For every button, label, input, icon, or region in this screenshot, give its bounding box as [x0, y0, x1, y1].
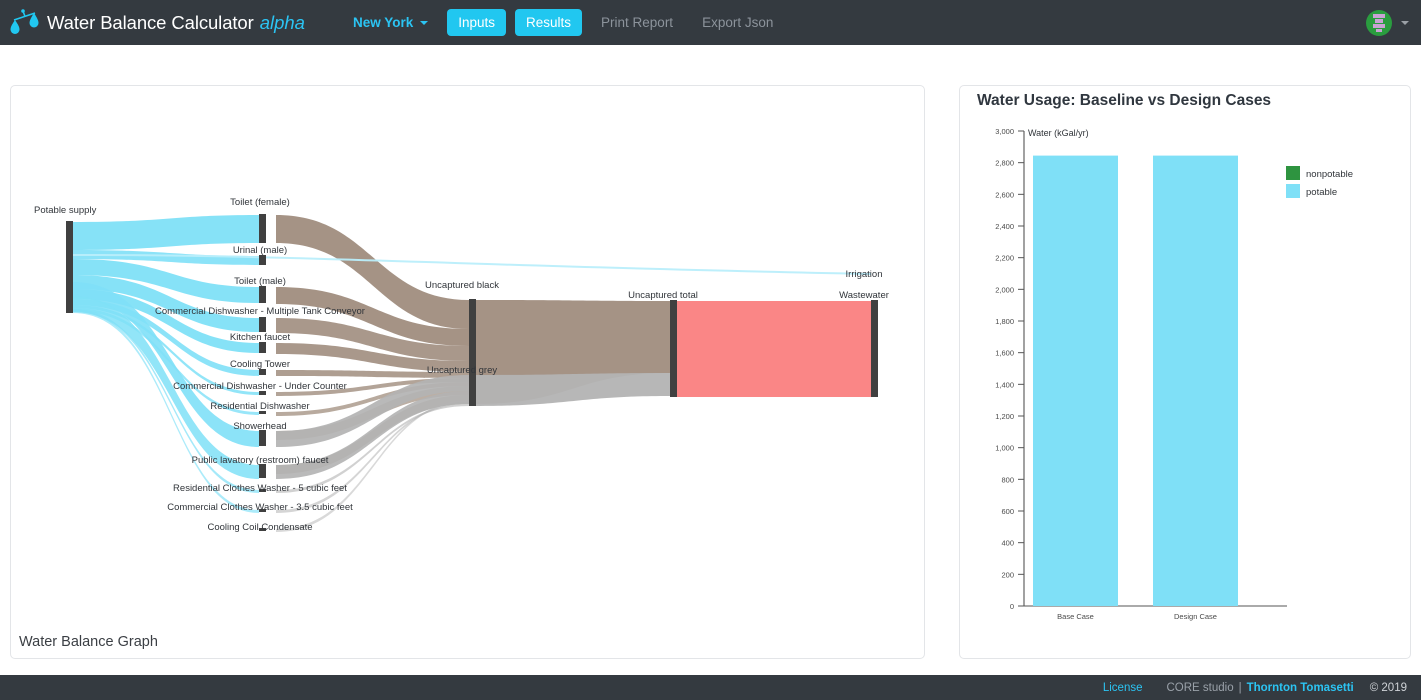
sankey-label: Irrigation: [846, 269, 883, 280]
location-dropdown[interactable]: New York: [343, 9, 438, 36]
svg-text:1,000: 1,000: [995, 444, 1014, 453]
legend-label-nonpotable: nonpotable: [1306, 169, 1353, 180]
svg-text:2,600: 2,600: [995, 190, 1014, 199]
sankey-label: Residential Dishwasher: [210, 401, 309, 412]
brand-alpha-tag: alpha: [259, 11, 305, 33]
water-usage-chart-card: Water Usage: Baseline vs Design Cases 0 …: [959, 85, 1411, 659]
sankey-label: Commercial Dishwasher - Multiple Tank Co…: [155, 306, 365, 317]
sankey-node[interactable]: [259, 255, 266, 265]
svg-text:600: 600: [1001, 507, 1014, 516]
y-axis-ticks: [1018, 130, 1024, 607]
sankey-caption: Water Balance Graph: [19, 634, 158, 650]
svg-text:1,800: 1,800: [995, 317, 1014, 326]
svg-text:Design Case: Design Case: [1174, 612, 1217, 621]
footer-separator: |: [1238, 681, 1242, 694]
chart-title: Water Usage: Baseline vs Design Cases: [977, 92, 1272, 109]
svg-text:2,000: 2,000: [995, 285, 1014, 294]
export-json-link[interactable]: Export Json: [692, 9, 783, 36]
svg-text:400: 400: [1001, 539, 1014, 548]
sankey-label: Cooling Tower: [230, 359, 290, 370]
tab-inputs[interactable]: Inputs: [447, 9, 507, 36]
legend-label-potable: potable: [1306, 187, 1337, 198]
sankey-label: Wastewater: [839, 290, 889, 301]
svg-text:1,400: 1,400: [995, 380, 1014, 389]
legend-swatch-nonpotable[interactable]: [1286, 166, 1300, 180]
svg-text:3,000: 3,000: [995, 127, 1014, 136]
sankey-label: Toilet (female): [230, 197, 290, 208]
bar-base-case-potable[interactable]: [1033, 155, 1118, 606]
sankey-label: Potable supply: [34, 205, 97, 216]
svg-text:2,200: 2,200: [995, 254, 1014, 263]
print-report-link[interactable]: Print Report: [591, 9, 683, 36]
svg-text:800: 800: [1001, 475, 1014, 484]
top-navbar: Water Balance Calculator alpha New York …: [0, 0, 1421, 45]
legend-swatch-potable[interactable]: [1286, 184, 1300, 198]
license-link[interactable]: License: [1103, 682, 1143, 694]
thornton-tomasetti-link[interactable]: Thornton Tomasetti: [1247, 682, 1354, 694]
user-avatar-icon[interactable]: [1366, 9, 1392, 36]
chevron-down-icon: [420, 20, 429, 25]
sankey-diagram: Potable supply Toilet (female) Urinal (m…: [34, 197, 889, 533]
copyright-text: © 2019: [1369, 681, 1407, 694]
svg-text:200: 200: [1001, 570, 1014, 579]
nav-items: New York Inputs Results Print Report Exp…: [343, 0, 783, 45]
svg-text:1,600: 1,600: [995, 349, 1014, 358]
sankey-label: Public lavatory (restroom) faucet: [192, 455, 329, 466]
sankey-node[interactable]: [259, 464, 266, 478]
sankey-label: Cooling Coil Condensate: [207, 522, 312, 533]
bar-design-case-potable[interactable]: [1153, 155, 1238, 606]
brand-title: Water Balance Calculator: [47, 11, 254, 33]
sankey-node[interactable]: [469, 374, 476, 406]
footer: License CORE studio | Thornton Tomasetti…: [0, 675, 1421, 700]
sankey-node[interactable]: [259, 342, 266, 353]
brand-area[interactable]: Water Balance Calculator alpha: [8, 8, 305, 38]
svg-text:2,800: 2,800: [995, 159, 1014, 168]
tab-results[interactable]: Results: [515, 9, 583, 36]
sankey-label: Toilet (male): [234, 276, 286, 287]
sankey-node[interactable]: [259, 214, 266, 243]
chevron-down-icon[interactable]: [1401, 20, 1409, 25]
x-axis-tick-labels: Base Case Design Case: [1057, 612, 1217, 621]
sankey-label: Kitchen faucet: [230, 332, 291, 343]
y-axis-label: Water (kGal/yr): [1028, 128, 1089, 138]
core-studio-link[interactable]: CORE studio: [1167, 682, 1234, 694]
sankey-label: Uncaptured black: [425, 280, 499, 291]
sankey-node[interactable]: [259, 286, 266, 303]
sankey-label: Showerhead: [233, 421, 286, 432]
svg-text:0: 0: [1010, 602, 1014, 611]
main-content: Potable supply Toilet (female) Urinal (m…: [0, 45, 1421, 675]
svg-text:Base Case: Base Case: [1057, 612, 1094, 621]
avatar-area: [1366, 0, 1409, 45]
sankey-node[interactable]: [871, 300, 878, 397]
svg-text:1,200: 1,200: [995, 412, 1014, 421]
sankey-label: Urinal (male): [233, 245, 287, 256]
svg-text:2,400: 2,400: [995, 222, 1014, 231]
sankey-node[interactable]: [259, 317, 266, 332]
sankey-label: Commercial Dishwasher - Under Counter: [173, 381, 347, 392]
sankey-label: Uncaptured total: [628, 290, 698, 301]
sankey-label: Uncaptured grey: [427, 365, 497, 376]
y-axis-tick-labels: 0 200 400 600 800 1,000 1,200 1,400 1,60…: [995, 127, 1014, 611]
sankey-node[interactable]: [66, 221, 73, 313]
sankey-node[interactable]: [670, 300, 677, 397]
sankey-node[interactable]: [259, 430, 266, 446]
water-drops-balance-icon: [10, 8, 39, 34]
bar-chart: 0 200 400 600 800 1,000 1,200 1,400 1,60…: [995, 127, 1353, 621]
sankey-label: Commercial Clothes Washer - 3.5 cubic fe…: [167, 502, 353, 513]
sankey-label: Residential Clothes Washer - 5 cubic fee…: [173, 483, 347, 494]
location-dropdown-label: New York: [352, 15, 414, 30]
water-balance-graph-card: Potable supply Toilet (female) Urinal (m…: [10, 85, 925, 659]
chart-legend: nonpotable potable: [1286, 166, 1353, 198]
